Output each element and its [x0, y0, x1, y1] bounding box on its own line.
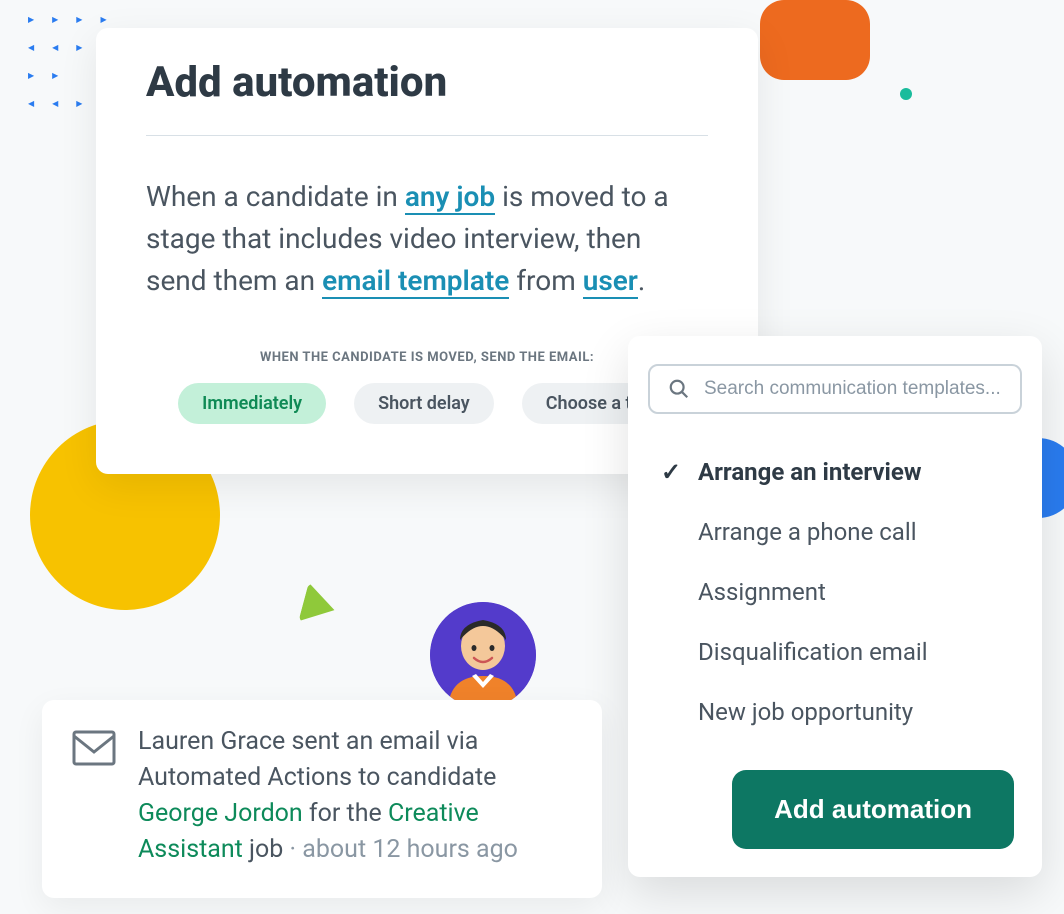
template-item-arrange-interview[interactable]: ✓ Arrange an interview [648, 442, 1022, 502]
deco-green-triangle [298, 583, 339, 630]
deco-teal-dot [900, 88, 912, 100]
automation-sentence: When a candidate in any job is moved to … [146, 176, 708, 302]
deco-orange-shape [760, 0, 870, 80]
token-user[interactable]: user [583, 264, 638, 299]
template-item-label: New job opportunity [698, 698, 913, 726]
activity-part: Lauren Grace sent an email via Automated… [138, 727, 496, 792]
activity-separator: · [283, 835, 302, 864]
timing-pills: Immediately Short delay Choose a tim [146, 383, 708, 424]
activity-card: Lauren Grace sent an email via Automated… [42, 700, 602, 898]
avatar [430, 602, 536, 708]
search-icon [668, 378, 690, 400]
token-email-template[interactable]: email template [322, 264, 509, 299]
sentence-part: from [509, 264, 582, 297]
template-item-label: Arrange a phone call [698, 518, 917, 546]
token-any-job[interactable]: any job [405, 180, 495, 215]
check-icon: ✓ [660, 458, 682, 486]
activity-part: for the [303, 799, 388, 828]
template-item-label: Assignment [698, 578, 826, 606]
mail-icon [72, 730, 116, 766]
template-item-arrange-phone[interactable]: Arrange a phone call [648, 502, 1022, 562]
activity-part: job [243, 835, 283, 864]
sentence-part: When a candidate in [146, 180, 405, 213]
search-box[interactable] [648, 364, 1022, 414]
activity-text: Lauren Grace sent an email via Automated… [138, 724, 572, 868]
sentence-part: . [638, 264, 645, 297]
template-item-assignment[interactable]: Assignment [648, 562, 1022, 622]
template-item-label: Arrange an interview [698, 458, 922, 486]
add-automation-button[interactable]: Add automation [732, 770, 1014, 849]
pill-immediately[interactable]: Immediately [178, 383, 326, 424]
avatar-illustration [430, 602, 536, 708]
template-dropdown: ✓ Arrange an interview Arrange a phone c… [628, 336, 1042, 877]
automation-title: Add automation [146, 58, 708, 136]
activity-candidate-link[interactable]: George Jordon [138, 799, 303, 828]
timing-label: WHEN THE CANDIDATE IS MOVED, SEND THE EM… [146, 350, 708, 365]
template-item-disqualification[interactable]: Disqualification email [648, 622, 1022, 682]
template-item-new-job[interactable]: New job opportunity [648, 682, 1022, 742]
activity-time: about 12 hours ago [302, 835, 518, 864]
template-item-label: Disqualification email [698, 638, 928, 666]
search-input[interactable] [704, 378, 1002, 400]
pill-short-delay[interactable]: Short delay [354, 383, 494, 424]
